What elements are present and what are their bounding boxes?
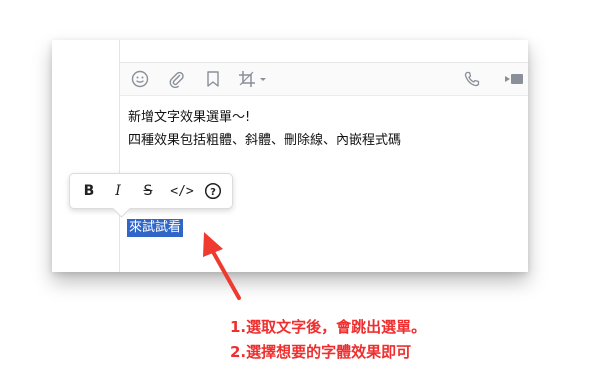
- annotation-line-1: 1.選取文字後，會跳出選單。: [230, 318, 427, 336]
- annotation-line-2: 2.選擇想要的字體效果即可: [230, 343, 412, 361]
